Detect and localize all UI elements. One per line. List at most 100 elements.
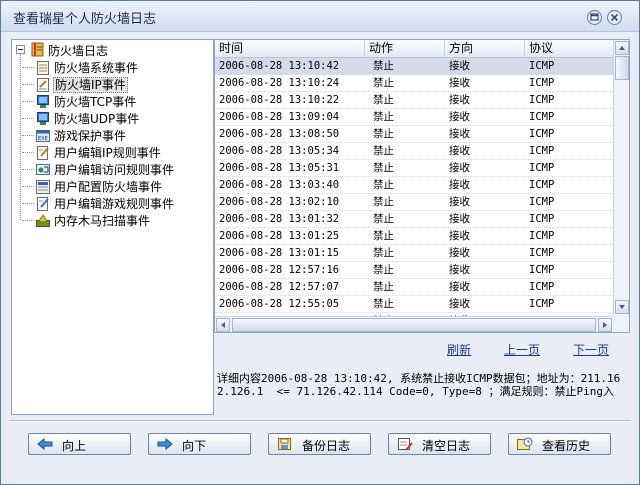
close-icon (610, 13, 619, 22)
tree-item-udp-events[interactable]: 防火墙UDP事件 (22, 110, 140, 127)
tree-item-system-events[interactable]: 防火墙系统事件 (22, 59, 139, 76)
cell-protocol: ICMP (529, 77, 555, 89)
cell-action: 禁止 (373, 94, 394, 106)
svg-text:EXE: EXE (38, 136, 48, 142)
tree-item-label: 用户编辑IP规则事件 (54, 146, 161, 160)
vertical-scroll-thumb[interactable] (615, 56, 629, 80)
table-row[interactable]: 2006-08-28 13:10:42 禁止 接收 ICMP (215, 58, 613, 75)
arrow-up-icon (619, 46, 625, 50)
cell-time: 2006-08-28 13:05:31 (219, 162, 340, 174)
cell-protocol: ICMP (529, 162, 555, 174)
cell-action: 禁止 (373, 179, 394, 191)
cell-action: 禁止 (373, 111, 394, 123)
table-row[interactable]: 2006-08-28 12:57:07 禁止 接收 ICMP (215, 279, 613, 296)
cell-time: 2006-08-28 13:08:50 (219, 128, 340, 140)
horizontal-scrollbar[interactable] (215, 316, 613, 332)
arrow-right-icon (157, 437, 173, 451)
log-table: 时间 动作 方向 协议 2006-08-28 13:10:42 禁止 接收 ICMP 2… (214, 39, 630, 333)
cell-time: 2006-08-28 13:01:25 (219, 230, 340, 242)
table-row[interactable]: 2006-08-28 13:10:24 禁止 接收 ICMP (215, 75, 613, 92)
table-row[interactable]: 2006-08-28 13:05:31 禁止 接收 ICMP (215, 160, 613, 177)
scroll-left-button[interactable] (216, 318, 230, 332)
table-body: 2006-08-28 13:10:42 禁止 接收 ICMP 2006-08-28 13… (215, 58, 613, 317)
cell-direction: 接收 (449, 94, 470, 106)
clear-log-button[interactable]: 清空日志 (388, 433, 491, 455)
notepad-icon (36, 77, 50, 92)
history-icon (517, 437, 533, 451)
cell-time: 2006-08-28 13:10:24 (219, 77, 340, 89)
table-row[interactable]: 2006-08-28 13:10:22 禁止 接收 ICMP (215, 92, 613, 109)
prev-page-link[interactable]: 上一页 (504, 341, 540, 358)
cell-action: 禁止 (373, 196, 394, 208)
table-row[interactable]: 2006-08-28 13:05:34 禁止 接收 ICMP (215, 143, 613, 160)
collapse-toggle-icon[interactable] (16, 45, 25, 54)
table-row[interactable]: 2006-08-28 13:01:32 禁止 接收 ICMP (215, 211, 613, 228)
scroll-up-button[interactable] (615, 41, 629, 55)
cell-action: 禁止 (373, 281, 394, 293)
tree-item-game-protection-events[interactable]: EXE 游戏保护事件 (22, 127, 127, 144)
cell-protocol: ICMP (529, 264, 555, 276)
cell-direction: 接收 (449, 77, 470, 89)
cell-action: 禁止 (373, 128, 394, 140)
computer-icon (36, 94, 50, 109)
clear-icon (397, 437, 413, 451)
title-bar[interactable]: 查看瑞星个人防火墙日志 (1, 1, 639, 32)
tree-item-label: 内存木马扫描事件 (54, 214, 151, 228)
column-header-time[interactable]: 时间 (215, 40, 365, 57)
tree-connector (20, 54, 21, 220)
cell-action: 禁止 (373, 264, 394, 276)
column-header-protocol[interactable]: 协议 (525, 40, 613, 57)
clear-log-label: 清空日志 (422, 439, 471, 453)
tree-item-user-config-firewall-events[interactable]: 用户配置防火墙事件 (22, 178, 163, 195)
arrow-left-icon (221, 322, 225, 328)
edit-notepad-icon (36, 196, 50, 211)
config-icon (36, 179, 50, 194)
scroll-right-button[interactable] (598, 318, 612, 332)
tree-item-tcp-events[interactable]: 防火墙TCP事件 (22, 93, 137, 110)
horizontal-scroll-thumb[interactable] (232, 318, 596, 332)
tree-item-user-edit-access-rule-events[interactable]: 用户编辑访问规则事件 (22, 161, 175, 178)
view-history-label: 查看历史 (542, 439, 591, 453)
table-row[interactable]: 2006-08-28 13:02:10 禁止 接收 ICMP (215, 194, 613, 211)
cell-direction: 接收 (449, 128, 470, 140)
tree-item-ip-events[interactable]: 防火墙IP事件 (22, 76, 128, 93)
table-header: 时间 动作 方向 协议 (215, 40, 613, 58)
close-button[interactable] (607, 10, 622, 25)
table-row[interactable]: 2006-08-28 12:57:16 禁止 接收 ICMP (215, 262, 613, 279)
cell-protocol: ICMP (529, 196, 555, 208)
vertical-scrollbar[interactable] (613, 40, 629, 316)
backup-log-button[interactable]: 备份日志 (268, 433, 371, 455)
column-header-action[interactable]: 动作 (365, 40, 445, 57)
table-row[interactable]: 2006-08-28 13:03:40 禁止 接收 ICMP (215, 177, 613, 194)
minimize-button[interactable] (587, 10, 602, 25)
table-row[interactable]: 2006-08-28 13:09:04 禁止 接收 ICMP (215, 109, 613, 126)
cell-protocol: ICMP (529, 281, 555, 293)
table-row[interactable]: 2006-08-28 13:01:25 禁止 接收 ICMP (215, 228, 613, 245)
cell-direction: 接收 (449, 230, 470, 242)
cell-time: 2006-08-28 12:57:16 (219, 264, 340, 276)
view-history-button[interactable]: 查看历史 (508, 433, 611, 455)
tree-item-user-edit-game-rule-events[interactable]: 用户编辑游戏规则事件 (22, 195, 175, 212)
next-page-link[interactable]: 下一页 (573, 341, 609, 358)
refresh-link[interactable]: 刷新 (447, 341, 471, 358)
log-category-tree: 防火墙日志 防火墙系统事件 防火墙IP事件 防火墙TCP事件 防火墙UDP事件 … (11, 39, 214, 415)
table-row[interactable]: 2006-08-28 12:55:05 禁止 接收 ICMP (215, 296, 613, 313)
scroll-down-button[interactable] (615, 300, 629, 314)
move-down-button[interactable]: 向下 (148, 433, 251, 455)
cell-protocol: ICMP (529, 179, 555, 191)
cell-protocol: ICMP (529, 213, 555, 225)
computer-icon (36, 111, 50, 126)
scan-icon (36, 213, 50, 228)
move-up-button[interactable]: 向上 (28, 433, 131, 455)
cell-direction: 接收 (449, 298, 470, 310)
table-row[interactable]: 2006-08-28 13:01:15 禁止 接收 ICMP (215, 245, 613, 262)
tree-item-memory-trojan-scan-events[interactable]: 内存木马扫描事件 (22, 212, 151, 229)
table-row[interactable]: 2006-08-28 13:08:50 禁止 接收 ICMP (215, 126, 613, 143)
arrow-down-icon (619, 305, 625, 309)
cell-time: 2006-08-28 13:01:15 (219, 247, 340, 259)
tree-item-label: 防火墙UDP事件 (54, 112, 140, 126)
column-header-direction[interactable]: 方向 (445, 40, 525, 57)
tree-item-user-edit-ip-rule-events[interactable]: 用户编辑IP规则事件 (22, 144, 162, 161)
tree-item-label: 防火墙系统事件 (54, 61, 139, 75)
tree-item-label: 防火墙TCP事件 (54, 95, 137, 109)
